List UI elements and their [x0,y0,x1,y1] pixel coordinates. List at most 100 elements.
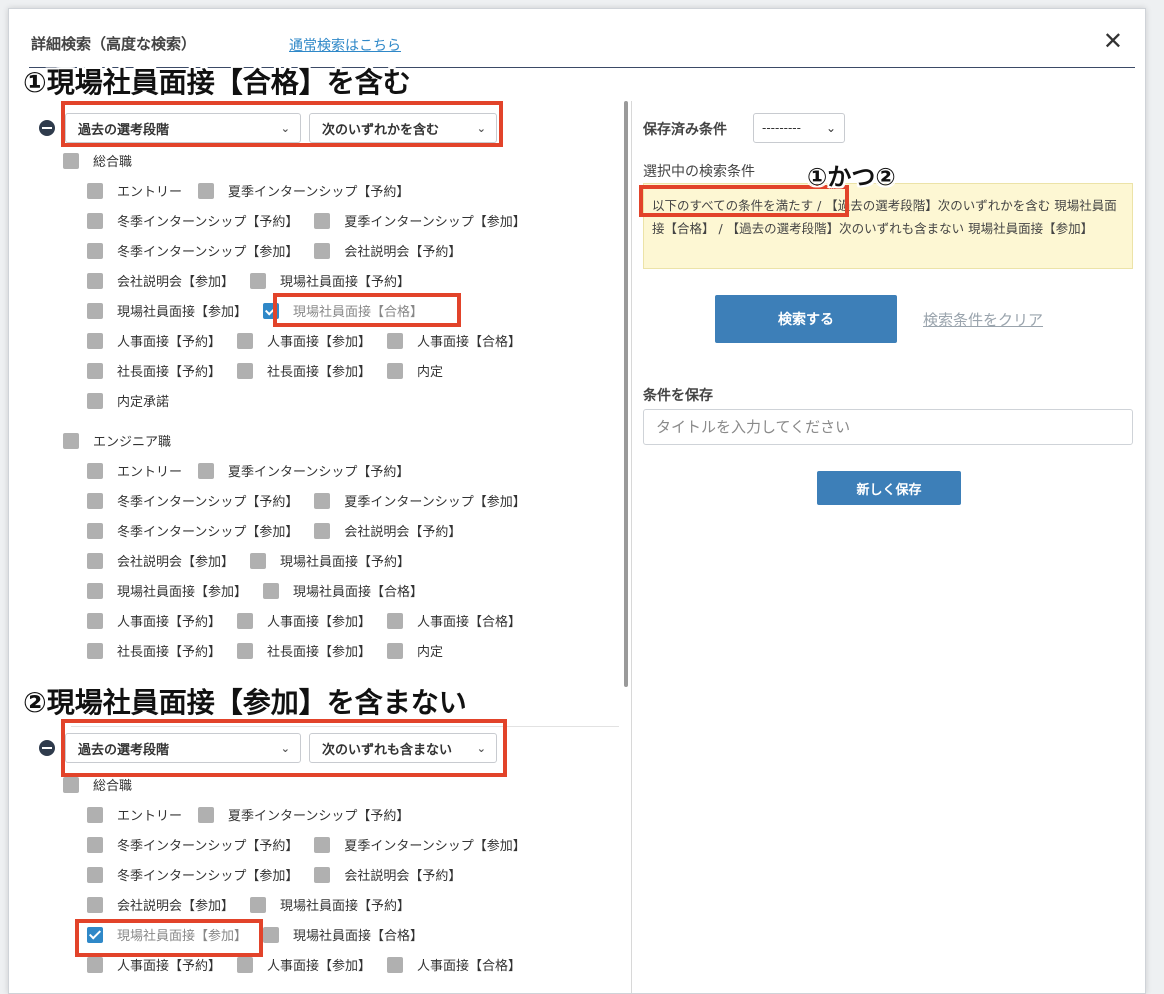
option-checkbox[interactable]: 現場社員面接【合格】 [263,925,423,944]
checkbox-box[interactable] [198,806,215,823]
option-checkbox[interactable]: エントリー [87,181,182,200]
option-checkbox[interactable]: 冬季インターンシップ【参加】 [87,865,298,884]
category-checkbox[interactable] [63,152,79,169]
checkbox-box[interactable] [314,866,331,883]
category-row[interactable]: エンジニア職 [63,431,171,450]
clear-conditions-link[interactable]: 検索条件をクリア [923,309,1043,330]
checkbox-box[interactable] [87,956,103,973]
checkbox-box[interactable] [87,272,103,289]
checkbox-box[interactable] [198,182,215,199]
checkbox-box[interactable] [87,836,103,853]
checkbox-box[interactable] [87,242,103,259]
checkbox-box[interactable] [237,362,254,379]
checkbox-box[interactable] [314,212,331,229]
checkbox-box[interactable] [87,522,103,539]
option-checkbox[interactable]: 冬季インターンシップ【参加】 [87,521,298,540]
close-icon[interactable]: ✕ [1103,27,1123,55]
option-checkbox[interactable]: 人事面接【合格】 [387,331,521,350]
option-checkbox[interactable]: 会社説明会【予約】 [314,521,461,540]
category-row[interactable]: 総合職 [63,151,132,170]
checkbox-box[interactable] [87,462,103,479]
category-checkbox[interactable] [63,432,79,449]
checkbox-box[interactable] [87,212,103,229]
checkbox-box[interactable] [387,332,404,349]
checkbox-box[interactable] [387,642,404,659]
checkbox-box[interactable] [87,552,103,569]
option-checkbox[interactable]: 人事面接【合格】 [387,611,521,630]
option-checkbox[interactable]: 内定 [387,641,443,660]
option-checkbox[interactable]: 人事面接【予約】 [87,955,221,974]
checkbox-box[interactable] [87,182,103,199]
option-checkbox[interactable]: エントリー [87,461,182,480]
option-checkbox[interactable]: 人事面接【予約】 [87,331,221,350]
scrollbar[interactable] [624,101,628,687]
checkbox-box[interactable] [237,612,254,629]
option-checkbox[interactable]: 社長面接【参加】 [237,361,371,380]
option-checkbox[interactable]: 人事面接【参加】 [237,331,371,350]
option-checkbox[interactable]: 社長面接【予約】 [87,641,221,660]
option-checkbox[interactable]: 冬季インターンシップ【予約】 [87,211,298,230]
option-checkbox[interactable]: 現場社員面接【参加】 [87,581,247,600]
option-checkbox[interactable]: 現場社員面接【予約】 [250,271,410,290]
option-checkbox[interactable]: 人事面接【予約】 [87,611,221,630]
option-checkbox[interactable]: 会社説明会【参加】 [87,271,234,290]
checkbox-box[interactable] [87,582,103,599]
checkbox-box[interactable] [87,896,103,913]
option-checkbox[interactable]: 夏季インターンシップ【参加】 [314,491,526,510]
option-checkbox[interactable]: 内定 [387,361,443,380]
checkbox-box[interactable] [387,612,404,629]
option-checkbox[interactable]: 人事面接【合格】 [387,955,521,974]
option-checkbox[interactable]: 現場社員面接【参加】 [87,301,247,320]
checkbox-box[interactable] [87,642,103,659]
checkbox-box[interactable] [237,642,254,659]
option-checkbox[interactable]: 人事面接【参加】 [237,955,371,974]
checkbox-box[interactable] [87,332,103,349]
checkbox-box[interactable] [250,552,267,569]
checkbox-box[interactable] [387,362,404,379]
search-button[interactable]: 検索する [715,295,897,343]
option-checkbox[interactable]: 夏季インターンシップ【予約】 [198,461,409,480]
checkbox-box[interactable] [237,956,254,973]
checkbox-box[interactable] [263,582,280,599]
option-checkbox[interactable]: エントリー [87,805,182,824]
option-checkbox[interactable]: 社長面接【参加】 [237,641,371,660]
option-checkbox[interactable]: 夏季インターンシップ【予約】 [198,181,409,200]
checkbox-box[interactable] [314,836,331,853]
option-checkbox[interactable]: 人事面接【参加】 [237,611,371,630]
category-checkbox[interactable] [63,776,79,793]
checkbox-box[interactable] [198,462,215,479]
category-row[interactable]: 総合職 [63,775,132,794]
option-checkbox[interactable]: 現場社員面接【予約】 [250,551,410,570]
saved-conditions-select[interactable]: --------- ⌄ [753,113,845,143]
option-checkbox[interactable]: 夏季インターンシップ【予約】 [198,805,409,824]
option-checkbox[interactable]: 夏季インターンシップ【参加】 [314,211,526,230]
save-new-button[interactable]: 新しく保存 [817,471,961,505]
checkbox-box[interactable] [87,392,103,409]
checkbox-box[interactable] [263,926,280,943]
option-checkbox[interactable]: 現場社員面接【合格】 [263,581,423,600]
checkbox-box[interactable] [87,362,103,379]
checkbox-box[interactable] [87,302,103,319]
checkbox-box[interactable] [314,492,331,509]
option-checkbox[interactable]: 内定承諾 [87,391,169,410]
title-input[interactable] [643,409,1133,445]
checkbox-box[interactable] [87,492,103,509]
option-checkbox[interactable]: 会社説明会【予約】 [314,241,461,260]
checkbox-box[interactable] [250,272,267,289]
remove-condition-icon[interactable] [39,740,55,756]
option-checkbox[interactable]: 会社説明会【参加】 [87,895,234,914]
checkbox-box[interactable] [87,612,103,629]
checkbox-box[interactable] [237,332,254,349]
checkbox-box[interactable] [87,806,103,823]
option-checkbox[interactable]: 冬季インターンシップ【参加】 [87,241,298,260]
option-checkbox[interactable]: 冬季インターンシップ【予約】 [87,835,298,854]
option-checkbox[interactable]: 現場社員面接【予約】 [250,895,410,914]
checkbox-box[interactable] [314,522,331,539]
remove-condition-icon[interactable] [39,120,55,136]
option-checkbox[interactable]: 社長面接【予約】 [87,361,221,380]
checkbox-box[interactable] [87,866,103,883]
option-checkbox[interactable]: 冬季インターンシップ【予約】 [87,491,298,510]
checkbox-box[interactable] [250,896,267,913]
checkbox-box[interactable] [387,956,404,973]
option-checkbox[interactable]: 夏季インターンシップ【参加】 [314,835,526,854]
